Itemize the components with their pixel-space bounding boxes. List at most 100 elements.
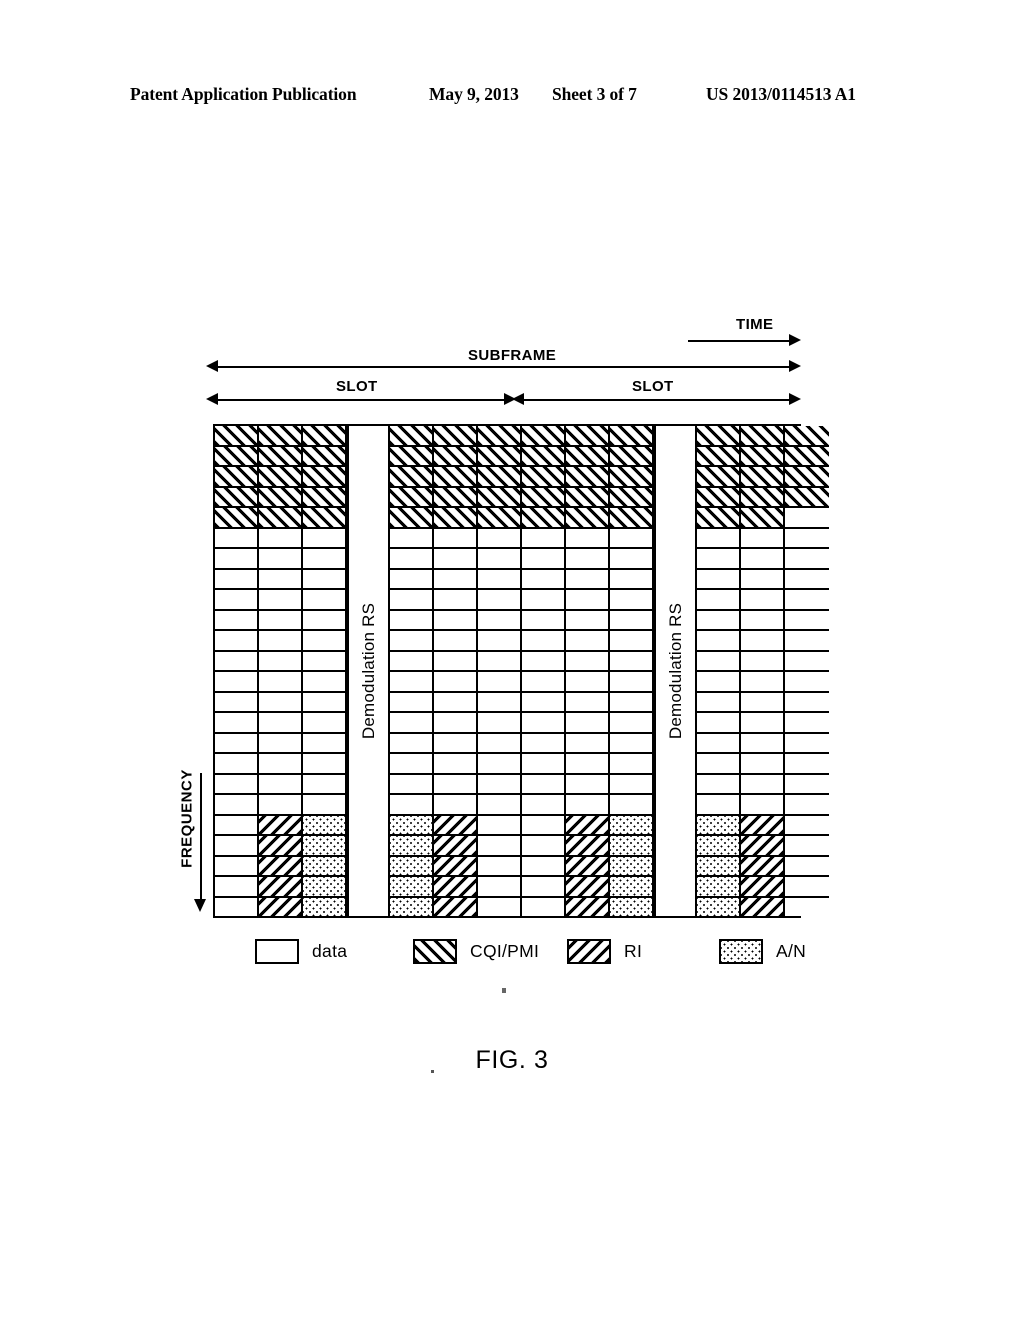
- re-cell-data: [566, 590, 608, 611]
- slot-right-arrow-head-left-icon: [512, 393, 524, 405]
- re-cell-data: [390, 672, 432, 693]
- re-cell-data: [522, 672, 564, 693]
- re-cell-data: [610, 528, 652, 549]
- re-cell-data: [785, 754, 829, 775]
- re-cell-cqi: [741, 426, 783, 447]
- re-cell-data: [434, 754, 476, 775]
- legend-label-ri: RI: [624, 940, 643, 961]
- re-cell-data: [478, 836, 520, 857]
- re-cell-data: [741, 590, 783, 611]
- symbol-column-13: [785, 426, 829, 916]
- re-cell-data: [215, 672, 257, 693]
- re-cell-data: [741, 713, 783, 734]
- re-cell-data: [434, 631, 476, 652]
- re-cell-data: [785, 672, 829, 693]
- re-cell-data: [434, 569, 476, 590]
- re-cell-cqi: [215, 426, 257, 447]
- re-cell-data: [741, 631, 783, 652]
- re-cell-ri: [741, 877, 783, 898]
- re-cell-data: [390, 528, 432, 549]
- re-cell-cqi: [478, 508, 520, 529]
- re-cell-data: [785, 610, 829, 631]
- re-cell-data: [478, 631, 520, 652]
- re-cell-data: [390, 795, 432, 816]
- re-cell-cqi: [610, 446, 652, 467]
- re-cell-data: [522, 897, 564, 916]
- re-cell-data: [215, 528, 257, 549]
- re-cell-data: [741, 774, 783, 795]
- re-cell-cqi: [785, 467, 829, 488]
- subframe-label: SUBFRAME: [468, 347, 557, 364]
- dmrs-column-0: Demodulation RS: [347, 426, 390, 916]
- re-cell-data: [697, 713, 739, 734]
- re-cell-data: [522, 651, 564, 672]
- re-cell-data: [785, 836, 829, 857]
- re-cell-an: [697, 815, 739, 836]
- re-cell-data: [303, 651, 345, 672]
- re-cell-data: [478, 549, 520, 570]
- symbol-column-4: [390, 426, 434, 916]
- legend-label-an: A/N: [776, 940, 807, 961]
- re-cell-data: [697, 631, 739, 652]
- re-cell-data: [303, 610, 345, 631]
- re-cell-cqi: [610, 426, 652, 447]
- re-cell-cqi: [697, 426, 739, 447]
- re-cell-data: [434, 590, 476, 611]
- frequency-arrow-line: [200, 773, 202, 901]
- legend: data CQI/PMI RI A/N: [255, 934, 806, 968]
- re-cell-data: [741, 549, 783, 570]
- re-cell-data: [259, 774, 301, 795]
- re-cell-data: [697, 774, 739, 795]
- re-cell-an: [390, 856, 432, 877]
- re-cell-cqi: [303, 508, 345, 529]
- re-cell-data: [741, 569, 783, 590]
- re-cell-cqi: [259, 487, 301, 508]
- re-cell-data: [259, 631, 301, 652]
- re-cell-data: [697, 610, 739, 631]
- re-cell-data: [303, 672, 345, 693]
- re-cell-ri: [566, 897, 608, 916]
- re-cell-data: [697, 692, 739, 713]
- re-cell-data: [215, 549, 257, 570]
- re-cell-cqi: [522, 487, 564, 508]
- re-cell-ri: [566, 815, 608, 836]
- re-cell-data: [259, 590, 301, 611]
- re-cell-data: [610, 631, 652, 652]
- re-cell-data: [741, 672, 783, 693]
- re-cell-cqi: [390, 446, 432, 467]
- re-cell-data: [259, 795, 301, 816]
- re-cell-an: [303, 897, 345, 916]
- re-cell-data: [215, 795, 257, 816]
- re-cell-ri: [434, 856, 476, 877]
- re-cell-data: [478, 610, 520, 631]
- re-cell-data: [697, 672, 739, 693]
- re-cell-cqi: [785, 487, 829, 508]
- re-cell-data: [303, 590, 345, 611]
- re-cell-cqi: [741, 446, 783, 467]
- re-cell-cqi: [434, 508, 476, 529]
- re-cell-data: [522, 877, 564, 898]
- re-cell-data: [434, 672, 476, 693]
- re-cell-data: [785, 590, 829, 611]
- re-cell-data: [785, 713, 829, 734]
- time-arrow-line: [688, 340, 792, 342]
- re-cell-data: [610, 692, 652, 713]
- re-cell-data: [390, 754, 432, 775]
- re-cell-data: [785, 856, 829, 877]
- legend-item-ri: RI: [567, 934, 642, 968]
- re-cell-an: [610, 856, 652, 877]
- re-cell-data: [566, 795, 608, 816]
- re-cell-data: [215, 610, 257, 631]
- re-cell-data: [522, 795, 564, 816]
- re-cell-data: [259, 713, 301, 734]
- re-cell-cqi: [697, 446, 739, 467]
- re-cell-data: [478, 815, 520, 836]
- re-cell-data: [303, 631, 345, 652]
- re-cell-data: [785, 733, 829, 754]
- re-cell-an: [610, 815, 652, 836]
- re-cell-data: [741, 733, 783, 754]
- re-cell-data: [478, 877, 520, 898]
- re-cell-data: [785, 795, 829, 816]
- re-cell-data: [303, 528, 345, 549]
- re-cell-ri: [741, 856, 783, 877]
